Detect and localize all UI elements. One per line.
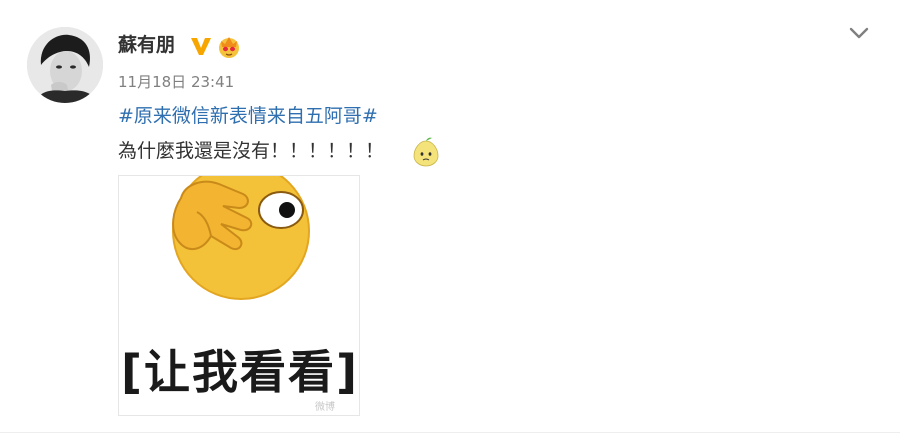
avatar-image — [27, 27, 103, 103]
avatar[interactable] — [27, 27, 103, 103]
sticker-caption: [让我看看] — [120, 345, 360, 399]
hashtag-link[interactable]: #原来微信新表情来自五阿哥# — [118, 103, 378, 129]
weibo-post: 蘇有朋 11月18日 23:41 #原来微信新表情来自五阿哥# 為什麼我還是沒有… — [0, 0, 900, 435]
post-timestamp[interactable]: 11月18日 23:41 — [118, 72, 234, 92]
more-menu-button[interactable] — [846, 22, 872, 44]
verified-icon — [190, 36, 212, 56]
pear-face-emoji-icon — [410, 136, 442, 168]
crown-emoji-icon[interactable] — [216, 33, 242, 59]
post-image[interactable]: [让我看看] 微博 — [118, 175, 360, 416]
image-watermark: 微博 — [315, 402, 335, 413]
author-name[interactable]: 蘇有朋 — [118, 32, 175, 58]
divider — [0, 432, 900, 433]
chevron-down-icon — [849, 27, 869, 39]
post-text: 為什麼我還是沒有！！！！！！ — [118, 140, 385, 162]
